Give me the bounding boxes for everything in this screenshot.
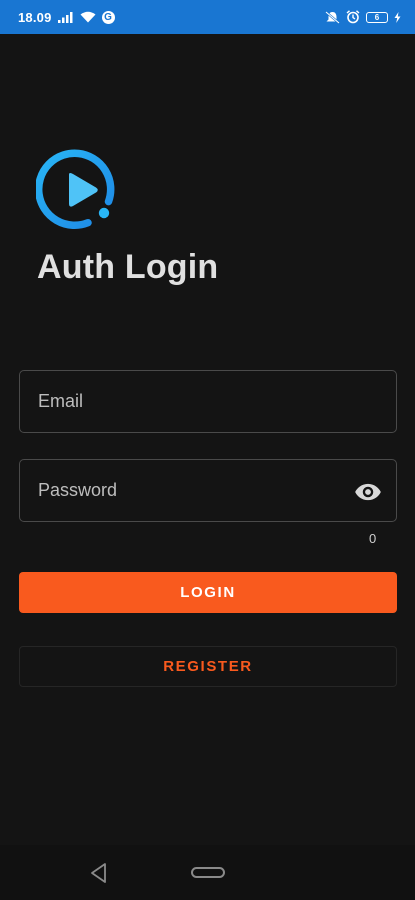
charging-icon	[394, 11, 401, 23]
status-bar-left: 18.09 G	[18, 10, 115, 25]
login-button[interactable]: LOGIN	[19, 572, 397, 613]
password-field[interactable]	[19, 459, 397, 522]
app-title: Auth Login	[37, 248, 219, 286]
eye-icon[interactable]	[354, 478, 382, 506]
battery-icon: 6	[366, 11, 388, 23]
status-time: 18.09	[18, 9, 52, 25]
status-bar: 18.09 G 6	[0, 0, 415, 34]
register-button[interactable]: REGISTER	[19, 646, 397, 687]
password-input[interactable]	[20, 460, 396, 521]
google-icon: G	[101, 10, 115, 24]
status-bar-right: 6	[325, 10, 401, 24]
password-char-counter: 0	[369, 531, 377, 546]
play-logo-icon	[36, 149, 115, 229]
home-icon[interactable]	[191, 867, 225, 878]
navigation-bar	[0, 845, 415, 900]
email-field[interactable]	[19, 370, 397, 433]
mute-icon	[325, 10, 340, 24]
email-input[interactable]	[20, 371, 396, 432]
wifi-icon	[80, 11, 96, 23]
alarm-icon	[346, 10, 360, 24]
signal-icon	[57, 12, 73, 23]
back-icon[interactable]	[88, 862, 110, 884]
